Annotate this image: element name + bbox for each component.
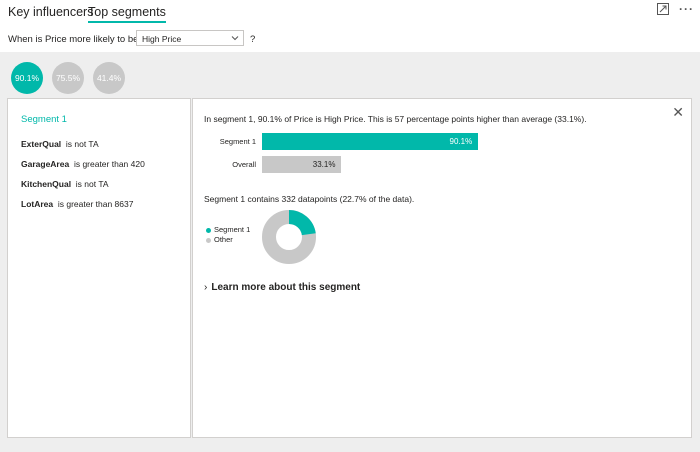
condition-item: GarageArea is greater than 420 xyxy=(21,159,145,169)
close-icon[interactable]: ✕ xyxy=(672,104,684,121)
segment-conditions-panel: Segment 1 ExterQual is not TA GarageArea… xyxy=(7,98,191,438)
bar-segment: 90.1% xyxy=(262,133,479,150)
question-prefix: When is Price more likely to be xyxy=(8,34,139,45)
bar-label-segment: Segment 1 xyxy=(219,137,256,146)
bar-value-label: 33.1% xyxy=(312,160,336,169)
question-suffix: ? xyxy=(250,34,256,45)
legend-label: Other xyxy=(214,235,233,244)
chevron-right-icon: › xyxy=(204,282,208,293)
segment-summary: In segment 1, 90.1% of Price is High Pri… xyxy=(204,114,587,124)
condition-field: KitchenQual xyxy=(21,179,72,189)
condition-field: LotArea xyxy=(21,199,54,209)
bar-label-overall: Overall xyxy=(232,160,256,169)
segment-circle-3[interactable]: 41.4% xyxy=(93,62,125,94)
segment-circle-2[interactable]: 75.5% xyxy=(52,62,84,94)
more-options-icon[interactable]: ··· xyxy=(679,2,694,16)
legend-item: Other xyxy=(206,235,250,245)
legend-dot xyxy=(206,237,211,243)
condition-item: ExterQual is not TA xyxy=(21,139,99,149)
condition-field: ExterQual xyxy=(21,139,62,149)
legend-dot xyxy=(206,227,211,233)
focus-mode-icon[interactable] xyxy=(656,2,670,19)
outcome-dropdown-value: High Price xyxy=(142,34,182,44)
condition-rule: is not TA xyxy=(65,139,99,149)
condition-rule: is not TA xyxy=(75,179,109,189)
donut-legend: Segment 1 Other xyxy=(206,225,250,245)
condition-field: GarageArea xyxy=(21,159,70,169)
outcome-dropdown[interactable]: High Price xyxy=(136,30,244,46)
datapoints-text: Segment 1 contains 332 datapoints (22.7%… xyxy=(204,194,415,204)
chevron-down-icon xyxy=(230,32,240,47)
legend-item: Segment 1 xyxy=(206,225,250,235)
bar-overall: 33.1% xyxy=(262,156,342,173)
condition-rule: is greater than 420 xyxy=(73,159,145,169)
tab-top-segments[interactable]: Top segments xyxy=(88,5,166,23)
segment-title: Segment 1 xyxy=(21,114,67,125)
learn-more-link[interactable]: › Learn more about this segment xyxy=(204,282,360,293)
condition-rule: is greater than 8637 xyxy=(57,199,134,209)
legend-label: Segment 1 xyxy=(214,225,251,234)
bar-value-label: 90.1% xyxy=(449,137,473,146)
tab-bar: Key influencers Top segments ··· xyxy=(0,0,700,26)
learn-more-label: Learn more about this segment xyxy=(211,282,361,293)
segment-donut-chart xyxy=(262,210,316,264)
segment-circle-1[interactable]: 90.1% xyxy=(11,62,43,94)
tab-key-influencers[interactable]: Key influencers xyxy=(8,5,93,19)
segment-details-panel: In segment 1, 90.1% of Price is High Pri… xyxy=(192,98,692,438)
condition-item: LotArea is greater than 8637 xyxy=(21,199,133,209)
condition-item: KitchenQual is not TA xyxy=(21,179,109,189)
